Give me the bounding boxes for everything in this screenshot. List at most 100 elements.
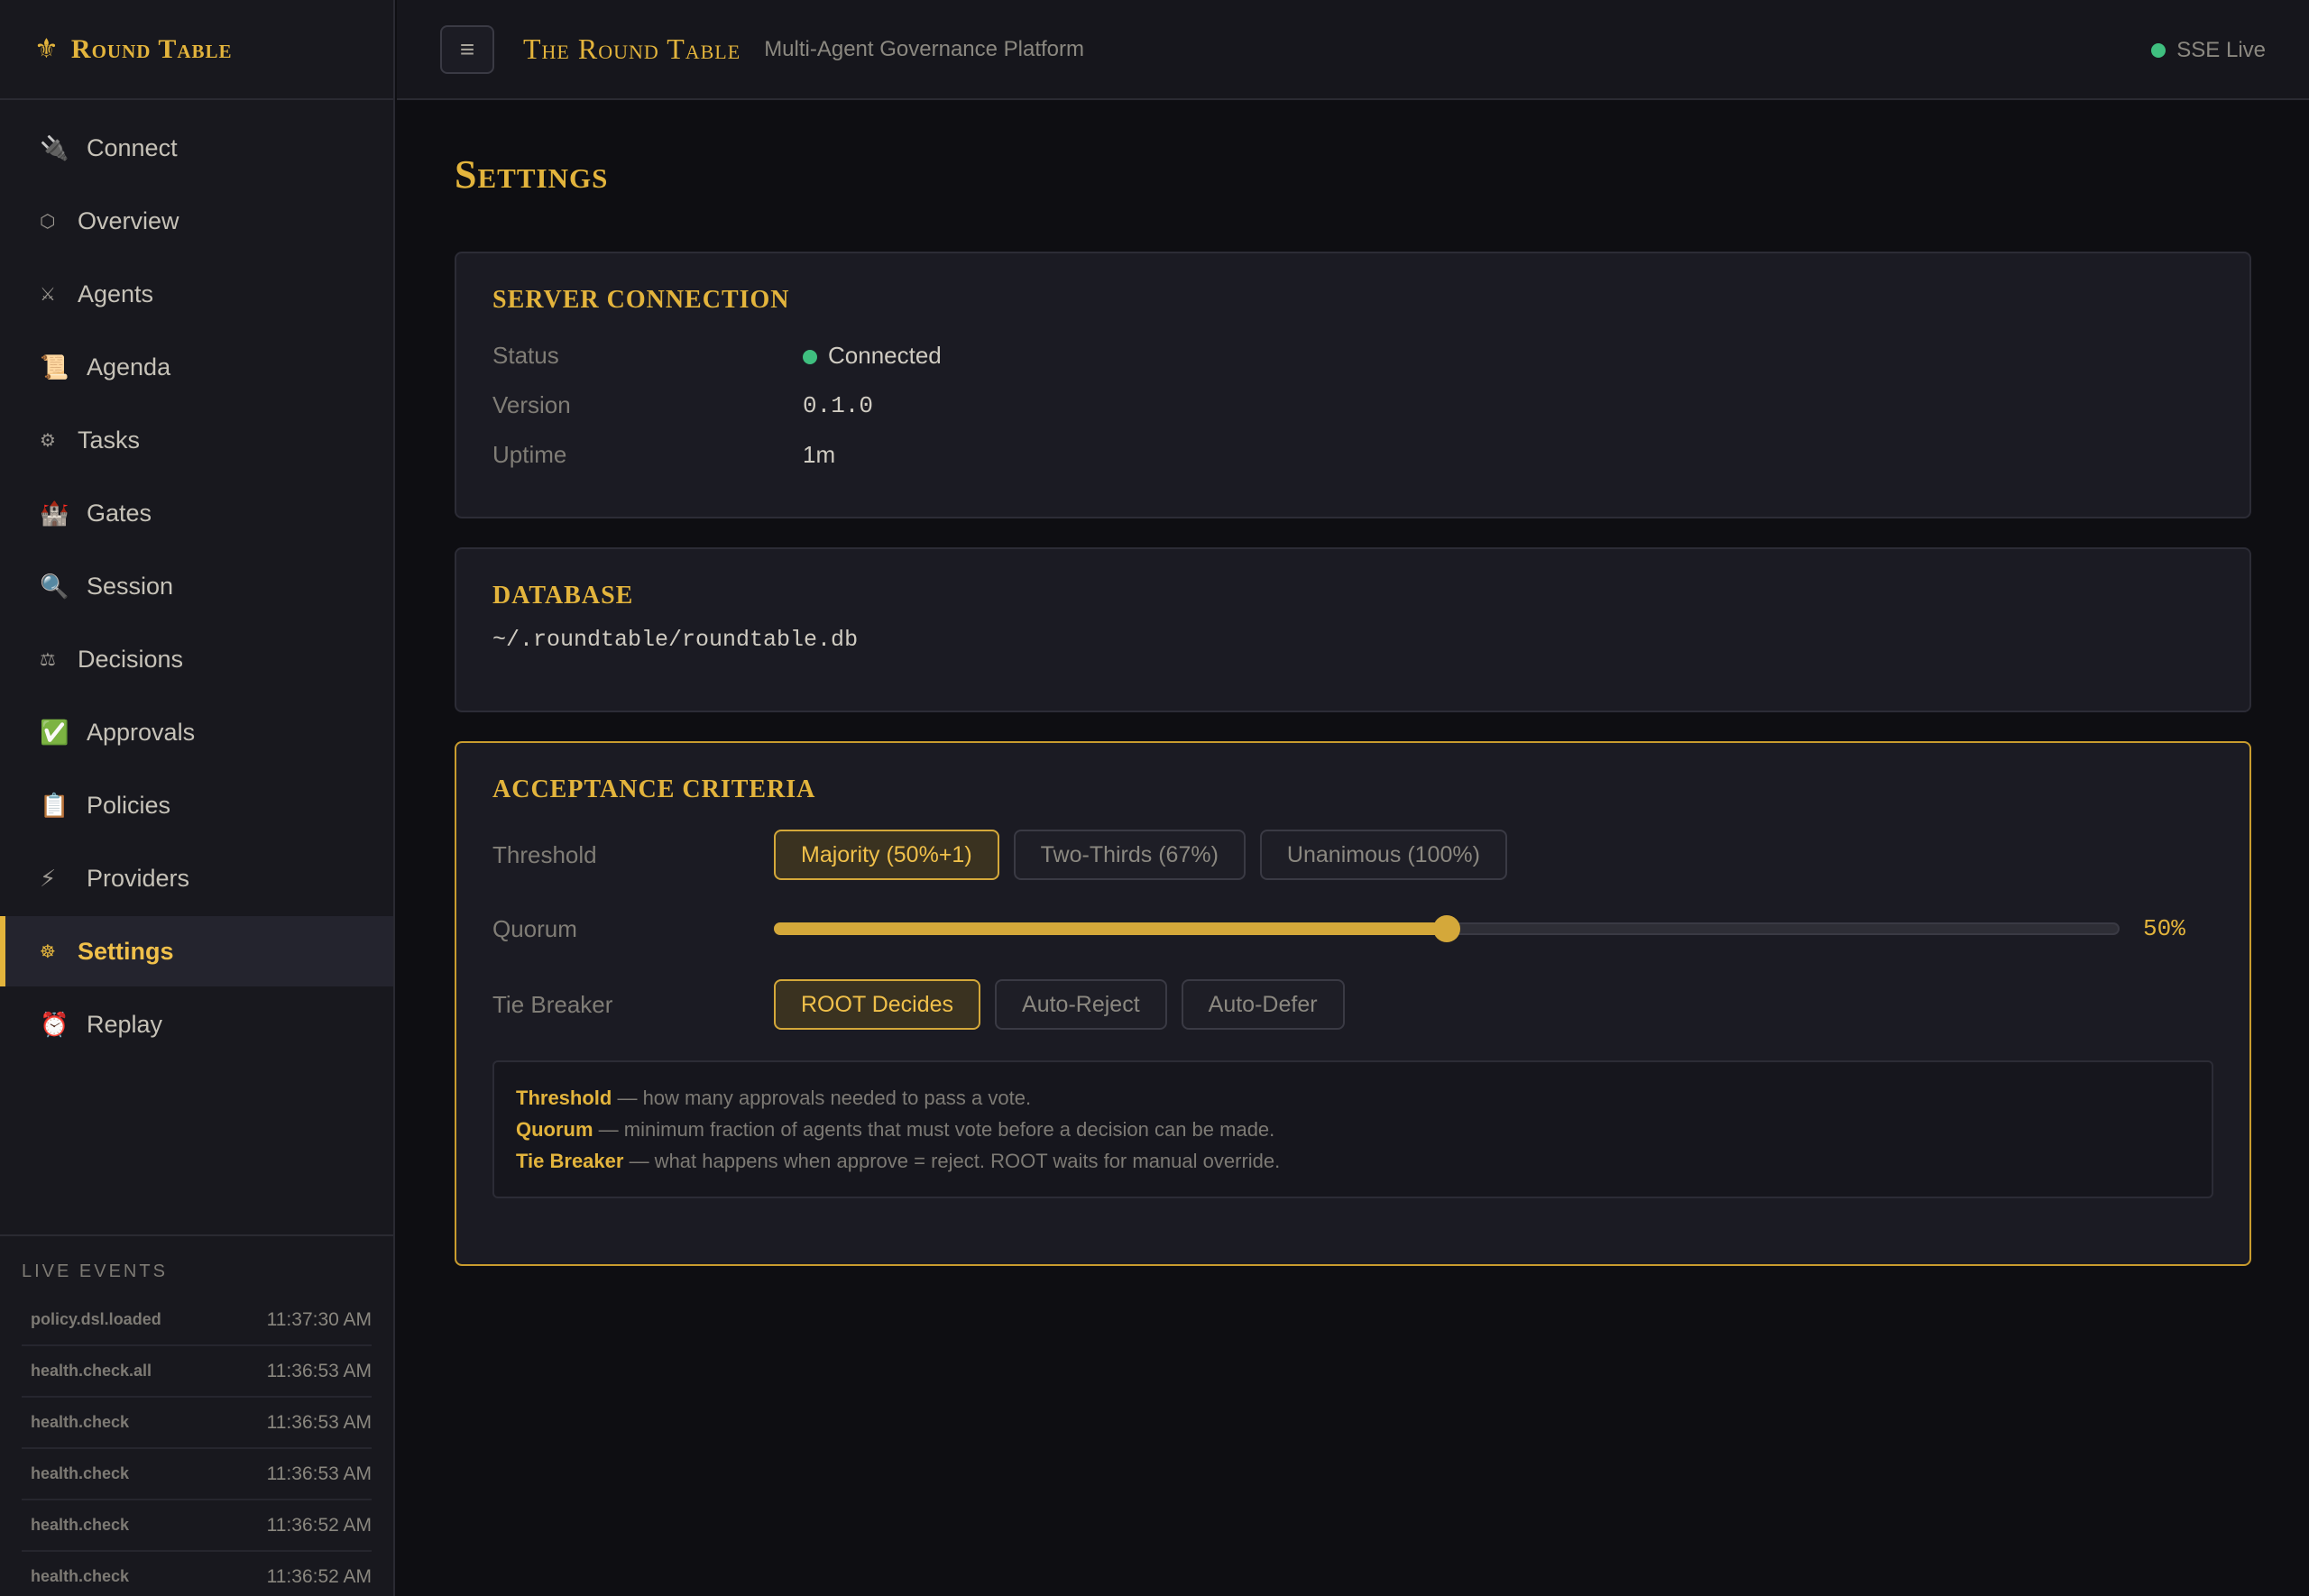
sidebar-item-label: Approvals [87, 718, 196, 746]
database-path: ~/.roundtable/roundtable.db [492, 627, 859, 653]
sidebar-item-label: Tasks [78, 426, 141, 454]
event-row: health.check 11:36:53 AM [22, 1398, 372, 1449]
scroll-icon: 📜 [40, 353, 69, 381]
slider-thumb[interactable] [1433, 915, 1460, 942]
card-title: ACCEPTANCE CRITERIA [492, 775, 816, 803]
settings-gear-icon: ☸ [40, 941, 56, 962]
event-name: policy.dsl.loaded [31, 1310, 161, 1328]
version-row: Version 0.1.0 [492, 381, 2213, 430]
event-time: 11:36:53 AM [266, 1463, 372, 1484]
top-header: ≡ The Round Table Multi-Agent Governance… [397, 0, 2309, 100]
uptime-value: 1m [803, 441, 836, 468]
threshold-option-button[interactable]: Two-Thirds (67%) [1013, 830, 1246, 880]
threshold-option-button[interactable]: Unanimous (100%) [1259, 830, 1507, 880]
alarm-clock-icon: ⏰ [40, 1010, 69, 1038]
sidebar-item-decisions[interactable]: ⚖ Decisions [0, 624, 393, 694]
sidebar-item-label: Agenda [87, 353, 171, 381]
help-text: — minimum fraction of agents that must v… [593, 1118, 1275, 1141]
event-name: health.check [31, 1567, 130, 1585]
tie-breaker-option-button[interactable]: ROOT Decides [774, 979, 981, 1030]
event-time: 11:36:53 AM [266, 1360, 372, 1381]
sidebar-item-agenda[interactable]: 📜 Agenda [0, 332, 393, 402]
sidebar-item-tasks[interactable]: ⚙ Tasks [0, 405, 393, 475]
tie-breaker-option-button[interactable]: Auto-Reject [995, 979, 1167, 1030]
menu-toggle-button[interactable]: ≡ [440, 24, 494, 74]
event-time: 11:36:53 AM [266, 1411, 372, 1433]
gear-icon: ⚙ [40, 430, 56, 451]
event-row: health.check.all 11:36:53 AM [22, 1346, 372, 1398]
quorum-slider[interactable] [774, 911, 2120, 947]
app-title: The Round Table [523, 32, 741, 65]
sse-status-label: SSE Live [2176, 37, 2266, 62]
live-events-panel: LIVE EVENTS policy.dsl.loaded 11:37:30 AM… [0, 1234, 393, 1596]
sse-status: SSE Live [2151, 0, 2266, 100]
sidebar: ⚜ Round Table 🔌 Connect ⬡ Overview ⚔ Agents 📜 A… [0, 0, 395, 1596]
sidebar-item-gates[interactable]: 🏰 Gates [0, 478, 393, 548]
status-value-text: Connected [828, 342, 942, 369]
help-text: — what happens when approve = reject. RO… [623, 1150, 1281, 1172]
live-events-title: LIVE EVENTS [22, 1261, 168, 1281]
status-dot-icon [2151, 42, 2166, 58]
lightning-icon: ⚡ [40, 864, 57, 892]
tie-breaker-label: Tie Breaker [492, 990, 613, 1018]
sidebar-item-label: Decisions [78, 645, 184, 673]
criteria-help-box: Threshold — how many approvals needed to… [492, 1060, 2213, 1198]
event-name: health.check [31, 1464, 130, 1482]
uptime-label: Uptime [492, 441, 567, 468]
help-term: Tie Breaker [516, 1150, 624, 1172]
event-name: health.check [31, 1516, 130, 1534]
sidebar-item-label: Connect [87, 133, 178, 161]
event-name: health.check [31, 1413, 130, 1431]
plug-icon: 🔌 [40, 133, 69, 161]
tie-breaker-option-button[interactable]: Auto-Defer [1181, 979, 1345, 1030]
quorum-value: 50% [2143, 915, 2185, 942]
event-name: health.check.all [31, 1362, 152, 1380]
sidebar-item-providers[interactable]: ⚡ Providers [0, 843, 393, 913]
sidebar-item-overview[interactable]: ⬡ Overview [0, 186, 393, 256]
uptime-row: Uptime 1m [492, 430, 2213, 480]
sidebar-item-label: Agents [78, 280, 154, 307]
event-row: health.check 11:36:52 AM [22, 1552, 372, 1596]
version-value: 0.1.0 [803, 391, 874, 419]
app-root: ⚜ Round Table 🔌 Connect ⬡ Overview ⚔ Agents 📜 A… [0, 0, 2309, 1596]
help-text: — how many approvals needed to pass a vo… [612, 1087, 1032, 1109]
live-events-list: policy.dsl.loaded 11:37:30 AM health.check… [22, 1295, 372, 1596]
card-title: SERVER CONNECTION [492, 286, 790, 314]
sidebar-item-label: Session [87, 572, 174, 600]
fleur-de-lis-icon: ⚜ [34, 34, 59, 64]
event-row: health.check 11:36:52 AM [22, 1500, 372, 1552]
sidebar-item-label: Overview [78, 206, 179, 234]
event-row: health.check 11:36:53 AM [22, 1449, 372, 1500]
sidebar-item-policies[interactable]: 📋 Policies [0, 770, 393, 840]
clipboard-icon: 📋 [40, 791, 69, 819]
sidebar-item-label: Replay [87, 1010, 163, 1038]
sidebar-item-settings[interactable]: ☸ Settings [0, 916, 393, 986]
quorum-label: Quorum [492, 914, 577, 942]
event-time: 11:36:52 AM [266, 1514, 372, 1536]
sidebar-item-agents[interactable]: ⚔ Agents [0, 259, 393, 329]
sidebar-item-replay[interactable]: ⏰ Replay [0, 989, 393, 1059]
tie-breaker-options: ROOT Decides Auto-Reject Auto-Defer [774, 979, 1359, 1030]
server-connection-card: SERVER CONNECTION Status Connected Versi… [455, 252, 2251, 518]
version-label: Version [492, 391, 571, 418]
sidebar-item-label: Providers [87, 864, 190, 892]
status-label: Status [492, 342, 559, 369]
brand[interactable]: ⚜ Round Table [0, 0, 393, 100]
card-title: DATABASE [492, 582, 634, 610]
hexagon-icon: ⬡ [40, 211, 56, 232]
help-line: Tie Breaker — what happens when approve … [516, 1145, 2190, 1177]
tie-breaker-row: Tie Breaker ROOT Decides Auto-Reject Auto-… [492, 979, 2213, 1030]
sidebar-item-session[interactable]: 🔍 Session [0, 551, 393, 621]
sidebar-item-approvals[interactable]: ✅ Approvals [0, 697, 393, 767]
event-row: policy.dsl.loaded 11:37:30 AM [22, 1295, 372, 1346]
status-value: Connected [803, 342, 942, 370]
sidebar-item-label: Gates [87, 499, 152, 527]
threshold-label: Threshold [492, 840, 597, 868]
check-box-icon: ✅ [40, 718, 69, 746]
connected-dot-icon [803, 350, 817, 365]
acceptance-criteria-card: ACCEPTANCE CRITERIA Threshold Majority (… [455, 741, 2251, 1266]
event-time: 11:37:30 AM [266, 1308, 372, 1330]
scales-icon: ⚖ [40, 649, 56, 670]
threshold-option-button[interactable]: Majority (50%+1) [774, 830, 999, 880]
sidebar-item-connect[interactable]: 🔌 Connect [0, 113, 393, 183]
